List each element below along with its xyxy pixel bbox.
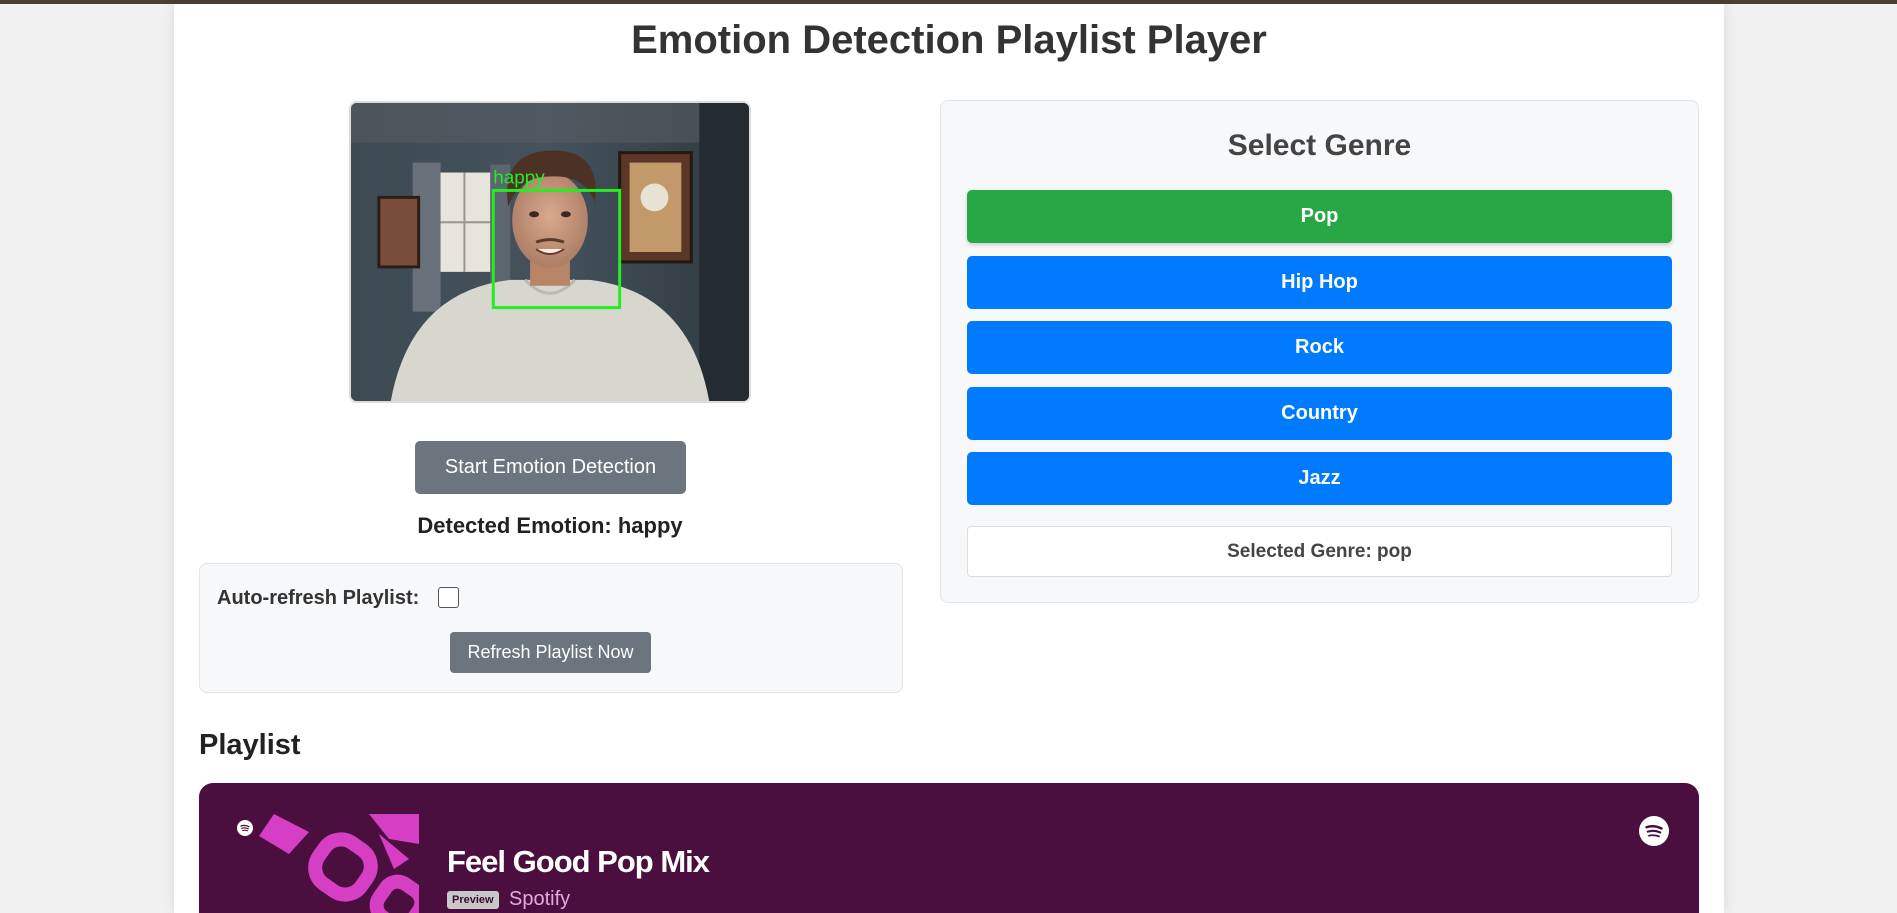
cover-spotify-icon — [237, 820, 253, 836]
genre-button-rock[interactable]: Rock — [967, 321, 1672, 374]
face-emotion-label: happy — [493, 167, 545, 188]
webcam-image: happy — [351, 103, 749, 401]
playlist-cover[interactable] — [229, 814, 419, 913]
genre-button-hip-hop[interactable]: Hip Hop — [967, 256, 1672, 309]
webcam-feed: happy — [349, 101, 751, 403]
page-title: Emotion Detection Playlist Player — [631, 18, 1267, 62]
genre-title: Select Genre — [1227, 129, 1412, 162]
genre-button-jazz[interactable]: Jazz — [967, 452, 1672, 505]
selected-genre-text: Selected Genre: pop — [967, 526, 1672, 577]
app-container: Emotion Detection Playlist Player happy … — [174, 4, 1724, 913]
auto-refresh-label: Auto-refresh Playlist: — [217, 587, 420, 609]
detected-emotion-text: Detected Emotion: happy — [417, 513, 683, 538]
refresh-playlist-button[interactable]: Refresh Playlist Now — [450, 632, 651, 673]
start-emotion-detection-button[interactable]: Start Emotion Detection — [415, 441, 686, 494]
playlist-heading: Playlist — [199, 729, 301, 761]
genre-button-country[interactable]: Country — [967, 387, 1672, 440]
cover-art — [229, 814, 419, 913]
refresh-panel: Auto-refresh Playlist: Refresh Playlist … — [199, 563, 903, 693]
genre-button-pop[interactable]: Pop — [967, 190, 1672, 243]
provider-name[interactable]: Spotify — [509, 888, 570, 911]
spotify-embed[interactable]: Feel Good Pop Mix Preview Spotify — [199, 783, 1699, 913]
playlist-title[interactable]: Feel Good Pop Mix — [447, 844, 710, 880]
preview-badge: Preview — [447, 891, 499, 909]
spotify-icon[interactable] — [1639, 816, 1669, 846]
auto-refresh-checkbox[interactable] — [438, 587, 459, 608]
genre-panel: Select Genre Pop Hip Hop Rock Country Ja… — [940, 100, 1699, 603]
